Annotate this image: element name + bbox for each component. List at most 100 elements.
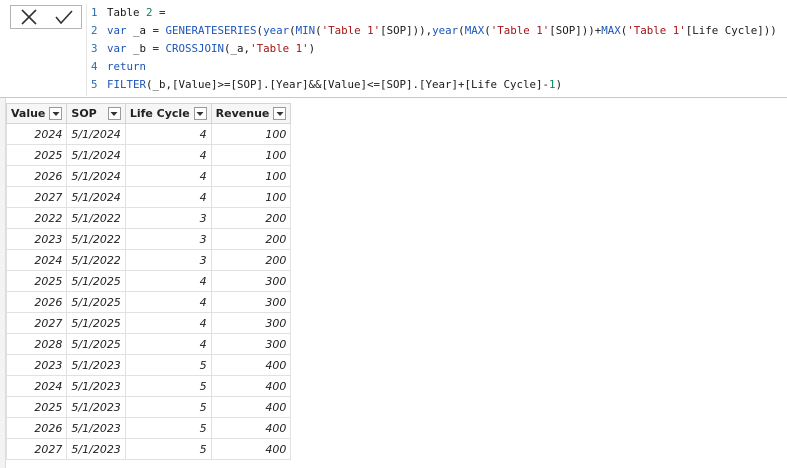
chevron-down-icon bbox=[276, 111, 284, 116]
column-filter-button[interactable] bbox=[49, 107, 63, 120]
table-row[interactable]: 2026 5/1/2025 4 300 bbox=[5, 291, 292, 313]
cell-life-cycle: 4 bbox=[124, 123, 212, 145]
table-row[interactable]: 2025 5/1/2023 5 400 bbox=[5, 396, 292, 418]
column-header-value[interactable]: Value bbox=[5, 103, 68, 124]
cell-sop: 5/1/2023 bbox=[66, 417, 126, 439]
cell-life-cycle: 4 bbox=[124, 312, 212, 334]
cell-revenue: 100 bbox=[210, 186, 292, 208]
column-header-sop[interactable]: SOP bbox=[66, 103, 126, 124]
cell-life-cycle: 5 bbox=[124, 375, 212, 397]
grid-body: 2024 5/1/2024 4 100 2025 5/1/2024 4 100 2026 5/1/… bbox=[5, 123, 292, 460]
close-icon bbox=[20, 9, 37, 25]
cell-sop: 5/1/2023 bbox=[66, 354, 126, 376]
line-number: 1 bbox=[91, 6, 98, 19]
table-row[interactable]: 2024 5/1/2023 5 400 bbox=[5, 375, 292, 397]
commit-formula-button[interactable] bbox=[46, 6, 81, 28]
table-row[interactable]: 2025 5/1/2024 4 100 bbox=[5, 144, 292, 166]
table-row[interactable]: 2023 5/1/2022 3 200 bbox=[5, 228, 292, 250]
cell-sop: 5/1/2023 bbox=[66, 396, 126, 418]
table-row[interactable]: 2026 5/1/2023 5 400 bbox=[5, 417, 292, 439]
table-row[interactable]: 2028 5/1/2025 4 300 bbox=[5, 333, 292, 355]
cell-sop: 5/1/2023 bbox=[66, 438, 126, 460]
table-row[interactable]: 2025 5/1/2025 4 300 bbox=[5, 270, 292, 292]
cell-sop: 5/1/2025 bbox=[66, 270, 126, 292]
line-number: 4 bbox=[91, 60, 98, 73]
cell-sop: 5/1/2022 bbox=[66, 228, 126, 250]
cell-sop: 5/1/2025 bbox=[66, 291, 126, 313]
formula-code: var _a = GENERATESERIES(year(MIN('Table … bbox=[107, 24, 777, 37]
cell-revenue: 400 bbox=[210, 396, 292, 418]
table-row[interactable]: 2024 5/1/2024 4 100 bbox=[5, 123, 292, 145]
cell-revenue: 100 bbox=[210, 123, 292, 145]
cell-value: 2026 bbox=[5, 417, 68, 439]
cell-revenue: 200 bbox=[210, 207, 292, 229]
cell-value: 2028 bbox=[5, 333, 68, 355]
cell-value: 2026 bbox=[5, 165, 68, 187]
formula-code: Table 2 = bbox=[107, 6, 166, 19]
cell-life-cycle: 4 bbox=[124, 270, 212, 292]
cell-value: 2025 bbox=[5, 144, 68, 166]
cell-sop: 5/1/2022 bbox=[66, 249, 126, 271]
column-filter-button[interactable] bbox=[107, 107, 121, 120]
chevron-down-icon bbox=[110, 111, 118, 116]
line-number: 2 bbox=[91, 24, 98, 37]
cell-life-cycle: 3 bbox=[124, 207, 212, 229]
cell-revenue: 100 bbox=[210, 144, 292, 166]
formula-code: FILTER(_b,[Value]>=[SOP].[Year]&&[Value]… bbox=[107, 78, 563, 91]
cell-sop: 5/1/2024 bbox=[66, 165, 126, 187]
cell-value: 2027 bbox=[5, 438, 68, 460]
cell-sop: 5/1/2023 bbox=[66, 375, 126, 397]
cell-revenue: 200 bbox=[210, 228, 292, 250]
table-row[interactable]: 2026 5/1/2024 4 100 bbox=[5, 165, 292, 187]
cell-value: 2023 bbox=[5, 228, 68, 250]
cell-life-cycle: 5 bbox=[124, 438, 212, 460]
cell-revenue: 100 bbox=[210, 165, 292, 187]
formula-editor[interactable]: 1 Table 2 = 2 var _a = GENERATESERIES(year(… bbox=[86, 4, 787, 96]
cell-life-cycle: 4 bbox=[124, 333, 212, 355]
cell-value: 2026 bbox=[5, 291, 68, 313]
cell-revenue: 400 bbox=[210, 354, 292, 376]
cell-life-cycle: 5 bbox=[124, 417, 212, 439]
cell-revenue: 300 bbox=[210, 270, 292, 292]
chevron-down-icon bbox=[196, 111, 204, 116]
cell-value: 2025 bbox=[5, 270, 68, 292]
column-filter-button[interactable] bbox=[193, 107, 207, 120]
cell-value: 2027 bbox=[5, 312, 68, 334]
column-header-label: Life Cycle bbox=[129, 107, 190, 120]
cell-revenue: 400 bbox=[210, 417, 292, 439]
cell-value: 2024 bbox=[5, 375, 68, 397]
formula-code: return bbox=[107, 60, 147, 73]
checkmark-icon bbox=[54, 10, 73, 25]
cell-sop: 5/1/2022 bbox=[66, 207, 126, 229]
cell-value: 2025 bbox=[5, 396, 68, 418]
table-row[interactable]: 2024 5/1/2022 3 200 bbox=[5, 249, 292, 271]
column-header-revenue[interactable]: Revenue bbox=[210, 103, 292, 124]
column-header-life-cycle[interactable]: Life Cycle bbox=[124, 103, 212, 124]
table-row[interactable]: 2027 5/1/2024 4 100 bbox=[5, 186, 292, 208]
cell-sop: 5/1/2025 bbox=[66, 333, 126, 355]
cell-revenue: 300 bbox=[210, 312, 292, 334]
cell-life-cycle: 5 bbox=[124, 354, 212, 376]
cell-life-cycle: 3 bbox=[124, 228, 212, 250]
cancel-formula-button[interactable] bbox=[11, 6, 46, 28]
cell-value: 2022 bbox=[5, 207, 68, 229]
table-row[interactable]: 2022 5/1/2022 3 200 bbox=[5, 207, 292, 229]
column-header-label: SOP bbox=[71, 107, 97, 120]
chevron-down-icon bbox=[52, 111, 60, 116]
table-row[interactable]: 2027 5/1/2023 5 400 bbox=[5, 438, 292, 460]
cell-revenue: 200 bbox=[210, 249, 292, 271]
formula-actions bbox=[10, 5, 82, 29]
cell-life-cycle: 4 bbox=[124, 291, 212, 313]
cell-value: 2024 bbox=[5, 123, 68, 145]
table-row[interactable]: 2027 5/1/2025 4 300 bbox=[5, 312, 292, 334]
cell-revenue: 400 bbox=[210, 375, 292, 397]
line-number: 5 bbox=[91, 78, 98, 91]
formula-line: 3 var _b = CROSSJOIN(_a,'Table 1') bbox=[87, 40, 787, 58]
cell-life-cycle: 5 bbox=[124, 396, 212, 418]
cell-value: 2024 bbox=[5, 249, 68, 271]
column-filter-button[interactable] bbox=[273, 107, 287, 120]
table-row[interactable]: 2023 5/1/2023 5 400 bbox=[5, 354, 292, 376]
cell-life-cycle: 4 bbox=[124, 186, 212, 208]
column-header-label: Revenue bbox=[215, 107, 270, 120]
cell-sop: 5/1/2024 bbox=[66, 186, 126, 208]
